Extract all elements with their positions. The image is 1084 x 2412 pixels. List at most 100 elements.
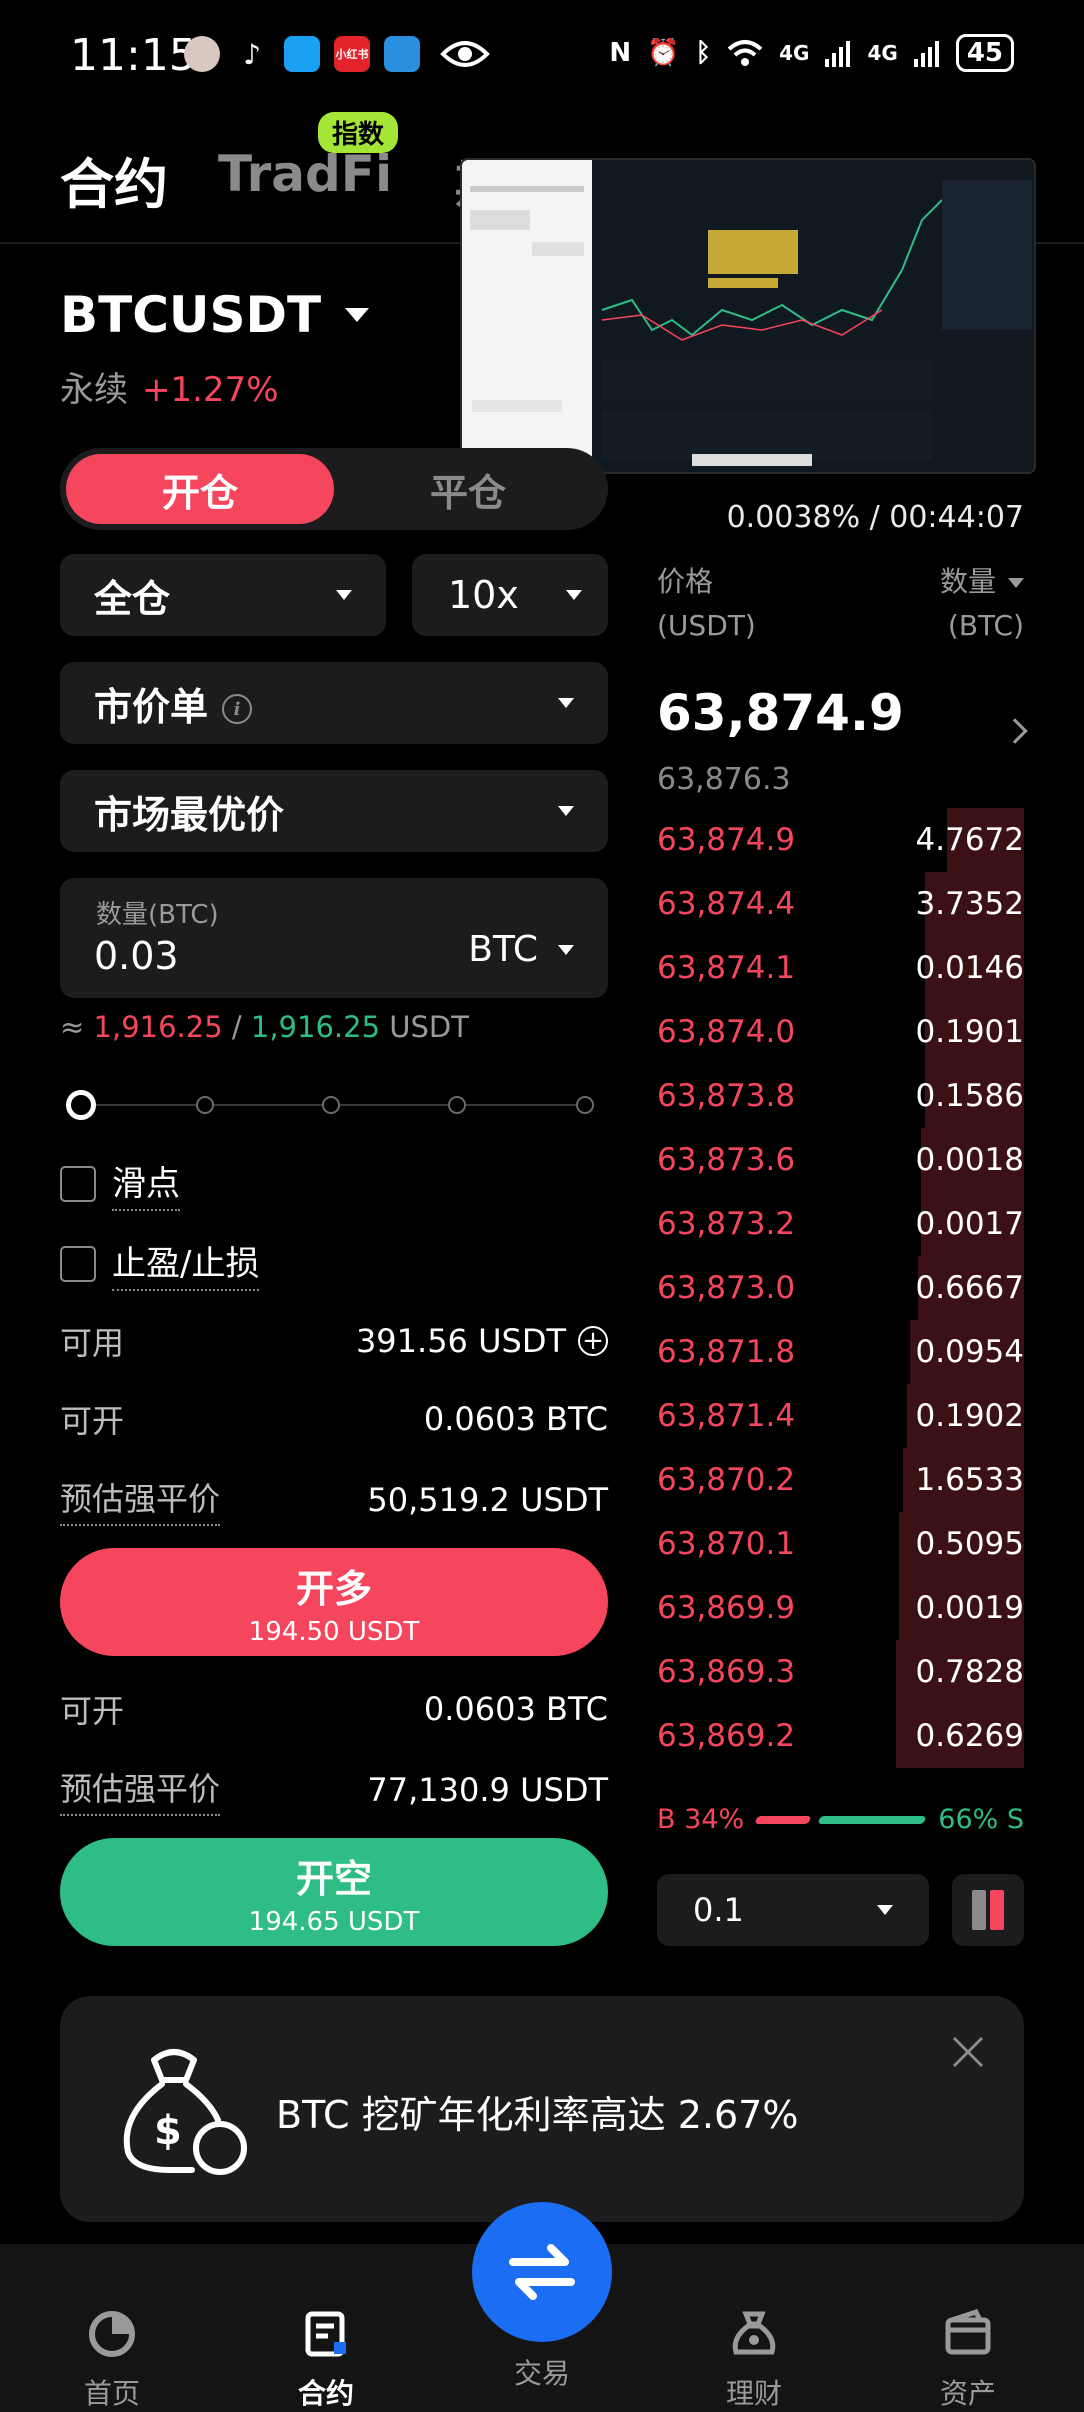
nav-trade-label[interactable]: 交易: [472, 2352, 612, 2392]
trade-swap-button[interactable]: [472, 2202, 612, 2342]
ask-quantity: 3.7352: [915, 886, 1024, 922]
nav-contract[interactable]: 合约: [256, 2244, 396, 2412]
short-liq-row: 预估强平价 77,130.9 USDT: [60, 1764, 608, 1816]
browser-app-icon: [384, 36, 420, 72]
orderbook-ask-row[interactable]: 63,869.9 0.0019: [657, 1576, 1024, 1640]
tpsl-option[interactable]: 止盈/止损: [60, 1236, 260, 1291]
short-max-value: 0.0603 BTC: [423, 1690, 608, 1728]
tab-contract[interactable]: 合约: [60, 140, 168, 219]
short-max-row: 可开 0.0603 BTC: [60, 1686, 608, 1732]
nav-finance[interactable]: 理财: [684, 2244, 824, 2412]
chevron-right-icon[interactable]: [1002, 718, 1028, 744]
close-icon[interactable]: [950, 2034, 986, 2070]
quantity-value[interactable]: 0.03: [94, 934, 179, 978]
slider-stop[interactable]: [196, 1096, 214, 1114]
orderbook-price-header: 价格 (USDT): [657, 560, 756, 648]
promo-banner[interactable]: $ BTC 挖矿年化利率高达 2.67%: [60, 1996, 1024, 2222]
qty-header-label: 数量: [939, 565, 996, 598]
available-row: 可用 391.56 USDT +: [60, 1318, 608, 1364]
sell-ratio: 66% S: [938, 1804, 1024, 1835]
long-liq-label[interactable]: 预估强平价: [60, 1474, 221, 1526]
orderbook-ask-row[interactable]: 63,870.1 0.5095: [657, 1512, 1024, 1576]
short-liq-label[interactable]: 预估强平价: [60, 1764, 221, 1816]
orderbook-ask-row[interactable]: 63,870.2 1.6533: [657, 1448, 1024, 1512]
ask-price: 63,874.1: [657, 950, 796, 986]
quantity-unit: BTC: [468, 929, 538, 970]
orderbook-ask-row[interactable]: 63,873.2 0.0017: [657, 1192, 1024, 1256]
info-icon[interactable]: i: [222, 694, 253, 724]
ask-price: 63,870.1: [657, 1526, 796, 1562]
chevron-down-icon: [877, 1905, 893, 1915]
approx-green-value: 1,916.25: [250, 1010, 381, 1044]
ask-price: 63,871.8: [657, 1334, 796, 1370]
ask-quantity: 0.0017: [915, 1206, 1024, 1242]
orderbook-ask-row[interactable]: 63,871.4 0.1902: [657, 1384, 1024, 1448]
leverage-select[interactable]: 10x: [412, 554, 608, 636]
orderbook-ask-row[interactable]: 63,873.8 0.1586: [657, 1064, 1024, 1128]
ask-quantity: 4.7672: [915, 822, 1024, 858]
long-max-label: 可开: [60, 1402, 125, 1440]
home-icon: [89, 2311, 135, 2357]
approx-prefix: ≈: [60, 1010, 85, 1044]
tab-badge: 指数: [318, 112, 399, 153]
status-app-icons: ♪ 小红书: [184, 36, 420, 72]
last-price: 63,874.9: [657, 684, 904, 742]
tpsl-checkbox[interactable]: [60, 1245, 96, 1282]
open-long-button[interactable]: 开多 194.50 USDT: [60, 1548, 608, 1656]
orderbook-qty-header[interactable]: 数量 (BTC): [940, 560, 1024, 648]
nav-home[interactable]: 首页: [42, 2244, 182, 2412]
signal-icon: [825, 41, 851, 67]
quantity-slider[interactable]: [66, 1090, 596, 1120]
tab-close-position[interactable]: 平仓: [334, 454, 602, 524]
approx-red-value: 1,916.25: [93, 1010, 223, 1044]
slippage-option[interactable]: 滑点: [60, 1156, 180, 1211]
slider-stop[interactable]: [576, 1096, 594, 1114]
slider-handle[interactable]: [66, 1090, 96, 1120]
available-label: 可用: [60, 1324, 125, 1362]
orderbook-asks: 63,874.9 4.7672 63,874.4 3.7352 63,874.1 0.01…: [657, 808, 1024, 1768]
orderbook-ask-row[interactable]: 63,873.0 0.6667: [657, 1256, 1024, 1320]
tab-tradfi[interactable]: TradFi: [218, 145, 392, 203]
ask-price: 63,874.0: [657, 1014, 796, 1050]
nav-assets-label: 资产: [939, 2377, 996, 2410]
approx-unit: USDT: [389, 1010, 469, 1044]
orderbook-ask-row[interactable]: 63,874.1 0.0146: [657, 936, 1024, 1000]
tick-size-select[interactable]: 0.1: [657, 1874, 929, 1946]
chevron-down-icon: [1008, 578, 1024, 588]
slider-stop[interactable]: [322, 1096, 340, 1114]
long-liq-row: 预估强平价 50,519.2 USDT: [60, 1474, 608, 1526]
symbol-selector[interactable]: BTCUSDT: [60, 286, 370, 344]
order-type-value: 市价单: [94, 684, 209, 729]
add-funds-icon[interactable]: +: [578, 1326, 608, 1356]
nav-assets[interactable]: 资产: [898, 2244, 1038, 2412]
slider-stop[interactable]: [448, 1096, 466, 1114]
orderbook-ask-row[interactable]: 63,874.0 0.1901: [657, 1000, 1024, 1064]
quantity-unit-select[interactable]: BTC: [468, 929, 574, 970]
orderbook-ask-row[interactable]: 63,871.8 0.0954: [657, 1320, 1024, 1384]
ask-quantity: 0.1902: [915, 1398, 1024, 1434]
battery-indicator: 45: [955, 34, 1014, 72]
orderbook-layout-button[interactable]: [952, 1874, 1024, 1946]
orderbook-ask-row[interactable]: 63,869.3 0.7828: [657, 1640, 1024, 1704]
ask-price: 63,873.2: [657, 1206, 796, 1242]
open-short-label: 开空: [295, 1856, 372, 1901]
margin-mode-value: 全仓: [94, 576, 171, 621]
ask-quantity: 1.6533: [915, 1462, 1024, 1498]
open-short-button[interactable]: 开空 194.65 USDT: [60, 1838, 608, 1946]
orderbook-ask-row[interactable]: 63,873.6 0.0018: [657, 1128, 1024, 1192]
orderbook-ask-row[interactable]: 63,869.2 0.6269: [657, 1704, 1024, 1768]
eye-icon: [440, 38, 490, 74]
orderbook-ask-row[interactable]: 63,874.4 3.7352: [657, 872, 1024, 936]
short-max-label: 可开: [60, 1692, 125, 1730]
ask-quantity: 0.0954: [915, 1334, 1024, 1370]
pip-video-overlay[interactable]: [460, 158, 1036, 474]
tab-open-position[interactable]: 开仓: [66, 454, 334, 524]
orderbook-ask-row[interactable]: 63,874.9 4.7672: [657, 808, 1024, 872]
price-type-select[interactable]: 市场最优价: [60, 770, 608, 852]
ask-price: 63,873.0: [657, 1270, 796, 1306]
order-type-select[interactable]: 市价单 i: [60, 662, 608, 744]
quantity-input[interactable]: 数量(BTC) 0.03 BTC: [60, 878, 608, 998]
margin-mode-select[interactable]: 全仓: [60, 554, 386, 636]
price-type-value: 市场最优价: [94, 792, 285, 837]
slippage-checkbox[interactable]: [60, 1165, 96, 1202]
